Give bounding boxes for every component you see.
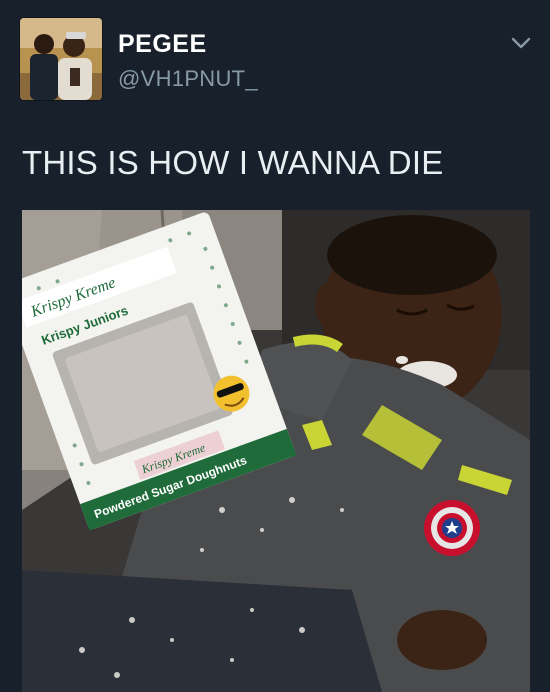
chevron-down-icon[interactable] (510, 32, 532, 54)
tweet-header: PEGEE @VH1PNUT_ (0, 0, 550, 110)
avatar[interactable] (20, 18, 102, 100)
tweet-text: THIS IS HOW I WANNA DIE (22, 144, 444, 181)
author-display-name[interactable]: PEGEE (118, 30, 207, 59)
author-handle[interactable]: @VH1PNUT_ (118, 66, 258, 92)
profile-photo-icon (20, 18, 102, 100)
tweet-photo[interactable]: Krispy Kreme Krispy Juniors Krispy Kreme… (22, 210, 530, 692)
